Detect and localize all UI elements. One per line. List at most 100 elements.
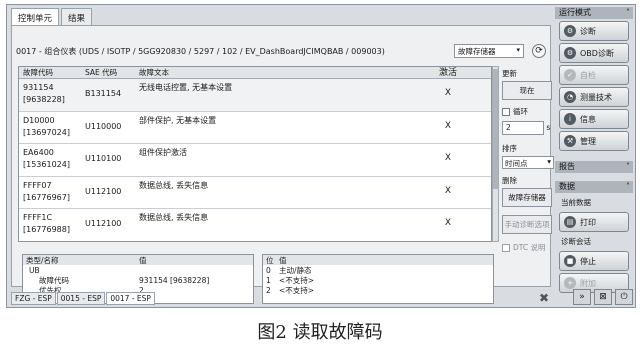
fault-text: 无线电话控置, 无基本设置 xyxy=(139,83,233,92)
grid-icon[interactable]: ⊠ xyxy=(594,289,612,305)
fault-text: 组件保护激活 xyxy=(139,148,187,157)
order-value: 时间点 xyxy=(505,159,528,168)
detail-row[interactable]: 0 主动/静态 xyxy=(263,265,493,275)
interval-unit: s xyxy=(546,123,551,132)
delete-label: 删除 xyxy=(502,176,517,185)
fault-code: D10000 [13697024] xyxy=(23,115,70,137)
stop-icon: ■ xyxy=(564,255,576,267)
dtc-label: DTC 说明 xyxy=(513,243,546,252)
detail-row[interactable]: UB xyxy=(23,265,253,275)
diag-session-label: 诊断会话 xyxy=(561,237,591,246)
order-label: 排序 xyxy=(502,144,517,153)
wrench-icon: ⚒ xyxy=(564,135,576,147)
fault-code: FFFF07 [16776967] xyxy=(23,180,70,202)
extra-icon: + xyxy=(564,277,576,289)
sae-code: U110000 xyxy=(85,121,122,131)
update-panel: 更新 现在 循环 2 s 排序 时间点 ▾ 删除 故障存储器 手动诊断选项 DTC… xyxy=(502,66,554,266)
table-header: 故障代码 SAE 代码 故障文本 激活 xyxy=(19,67,491,79)
dtc-checkbox[interactable] xyxy=(502,243,510,252)
fault-text: 数据总线, 丢失信息 xyxy=(139,180,209,190)
admin-button[interactable]: ⚒ 管理 xyxy=(559,131,629,151)
chevron-up-icon[interactable]: ˄ xyxy=(626,7,630,19)
detail-row[interactable]: 故障代码 931154 [9638228] xyxy=(23,275,253,285)
table-row[interactable]: FFFF1C [16776988] U112100 数据总线, 丢失信息 X xyxy=(19,209,491,241)
self-test-icon: ✓ xyxy=(564,69,576,81)
tab-results[interactable]: 结果 xyxy=(61,8,93,26)
chevron-up-icon[interactable]: ˄ xyxy=(626,181,630,193)
sae-code: U112100 xyxy=(85,186,122,196)
refresh-icon[interactable]: ⟳ xyxy=(532,44,546,58)
tab-control-unit[interactable]: 控制单元 xyxy=(11,8,60,26)
scrollbar-thumb[interactable] xyxy=(493,69,498,189)
table-row[interactable]: 931154 [9638228] B131154 无线电话控置, 无基本设置 X xyxy=(19,79,491,112)
forward-icon[interactable]: » xyxy=(573,289,591,305)
order-select[interactable]: 时间点 ▾ xyxy=(502,156,554,169)
top-tabs: 控制单元 结果 xyxy=(11,8,94,26)
fault-code: FFFF1C [16776988] xyxy=(23,213,70,234)
sae-code: B131154 xyxy=(85,89,122,98)
col-active[interactable]: 激活 xyxy=(413,67,483,79)
app-window: 控制单元 结果 0017 - 组合仪表 (UDS / ISOTP / 5GG92… xyxy=(6,4,636,308)
fault-table: 故障代码 SAE 代码 故障文本 激活 931154 [9638228] B131… xyxy=(18,66,492,242)
fault-text: 数据总线, 丢失信息 xyxy=(139,213,209,222)
loop-label: 循环 xyxy=(513,107,528,116)
info-icon: i xyxy=(564,113,576,125)
interval-input[interactable]: 2 xyxy=(502,121,544,135)
footer-buttons: » ⊠ ⏻ xyxy=(555,289,633,307)
active-mark: X xyxy=(444,153,452,163)
print-button[interactable]: ▤ 打印 xyxy=(559,212,629,232)
diagnose-icon: ⚙ xyxy=(564,25,576,37)
dtc-row: DTC 说明 xyxy=(502,242,552,253)
close-icon[interactable]: ✖ xyxy=(539,291,549,305)
fault-code: 931154 [9638228] xyxy=(23,83,65,104)
data-header: 数据 ˄ xyxy=(555,181,633,193)
status-tab-0015[interactable]: 0015 - ESP xyxy=(56,291,106,305)
control-unit-path: 0017 - 组合仪表 (UDS / ISOTP / 5GG920830 / 5… xyxy=(16,46,385,56)
delete-memory-button[interactable]: 故障存储器 xyxy=(502,188,552,207)
measurement-button[interactable]: ◔ 测量技术 xyxy=(559,87,629,107)
memory-select-value: 故障存储器 xyxy=(458,47,496,56)
sae-code: U110100 xyxy=(85,154,122,163)
table-scrollbar[interactable] xyxy=(492,66,499,242)
col-type-name: 类型/名称 xyxy=(26,255,59,265)
detail-left-header: 类型/名称 值 xyxy=(23,255,253,265)
update-now-button[interactable]: 现在 xyxy=(502,81,552,100)
self-test-button[interactable]: ✓ 自检 xyxy=(559,65,629,85)
current-data-label: 当前数据 xyxy=(561,198,591,207)
col-value: 值 xyxy=(139,255,147,265)
stop-button[interactable]: ■ 停止 xyxy=(559,251,629,271)
detail-row[interactable]: 1 <不支持> xyxy=(263,275,493,285)
table-row[interactable]: FFFF07 [16776967] U112100 数据总线, 丢失信息 X xyxy=(19,177,491,209)
gauge-icon: ◔ xyxy=(564,91,576,103)
chevron-down-icon: ▾ xyxy=(516,46,520,54)
chevron-down-icon: ▾ xyxy=(547,157,551,166)
report-header: 报告 ˅ xyxy=(555,161,633,173)
col-fault-code[interactable]: 故障代码 xyxy=(19,67,81,79)
fault-text: 部件保护, 无基本设置 xyxy=(139,115,217,125)
diagnose-button[interactable]: ⚙ 诊断 xyxy=(559,21,629,41)
sae-code: U112100 xyxy=(85,219,122,228)
status-tab-fzg[interactable]: FZG - ESP xyxy=(11,291,56,305)
status-tab-0017[interactable]: 0017 - ESP xyxy=(106,291,155,305)
table-row[interactable]: D10000 [13697024] U110000 部件保护, 无基本设置 X xyxy=(19,112,491,144)
chevron-down-icon[interactable]: ˅ xyxy=(626,161,630,173)
obd-button[interactable]: ⚙ OBD诊断 xyxy=(559,43,629,63)
manual-diag-button[interactable]: 手动诊断选项 xyxy=(502,215,552,234)
update-label: 更新 xyxy=(502,69,517,78)
info-button[interactable]: i 信息 xyxy=(559,109,629,129)
detail-right-header: 位 值 xyxy=(263,255,493,265)
mode-header: 运行模式 ˄ xyxy=(555,7,633,19)
memory-select[interactable]: 故障存储器 ▾ xyxy=(454,44,524,58)
active-mark: X xyxy=(444,88,452,98)
loop-checkbox[interactable] xyxy=(502,107,510,116)
loop-row: 循环 xyxy=(502,106,552,117)
col-sae-code[interactable]: SAE 代码 xyxy=(81,67,135,79)
table-row[interactable]: EA6400 [15361024] U110100 组件保护激活 X xyxy=(19,144,491,177)
obd-icon: ⚙ xyxy=(564,47,576,59)
interval-row: 2 s xyxy=(502,121,552,135)
power-icon[interactable]: ⏻ xyxy=(615,289,633,305)
right-panel: 运行模式 ˄ ⚙ 诊断 ⚙ OBD诊断 ✓ 自检 ◔ 测量技术 i 信息 ⚒ 管理 报告 ˅ 数… xyxy=(555,7,633,293)
col-fault-text[interactable]: 故障文本 xyxy=(135,67,413,79)
fault-code: EA6400 [15361024] xyxy=(23,148,70,169)
col-bit: 位 xyxy=(266,255,274,265)
